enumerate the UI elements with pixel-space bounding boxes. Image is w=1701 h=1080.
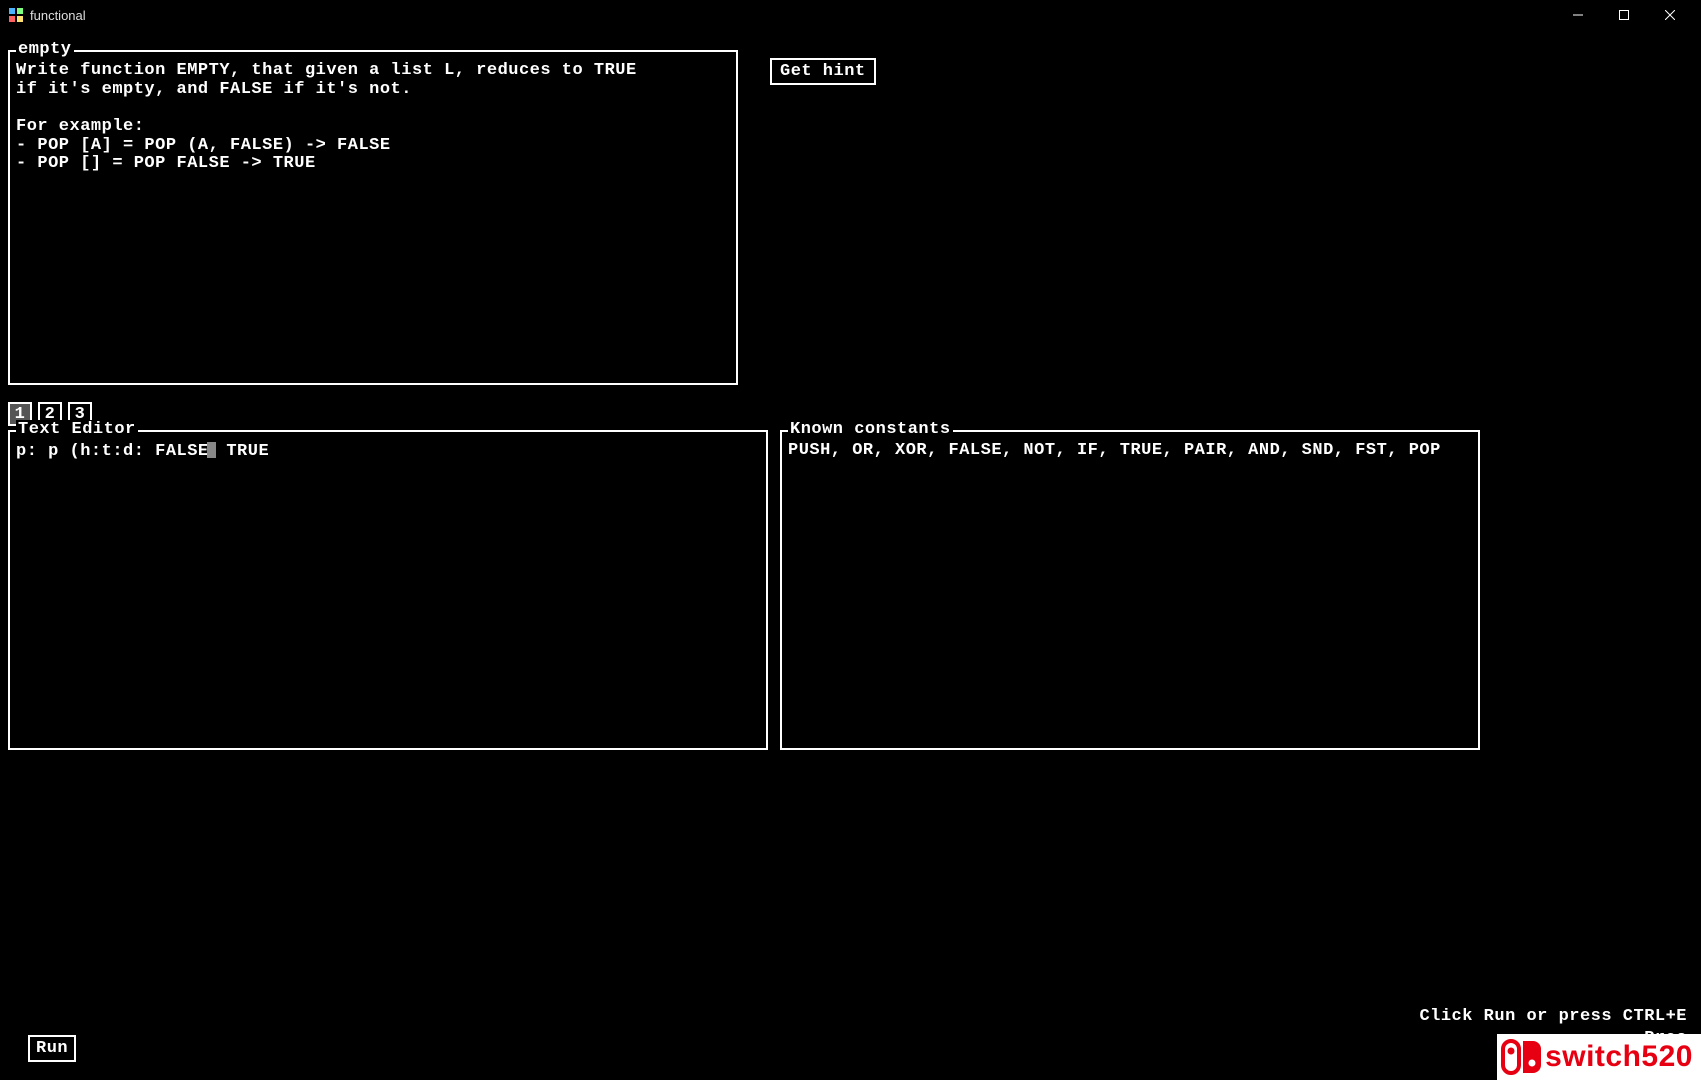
maximize-button[interactable] (1601, 0, 1647, 30)
description-panel: empty Write function EMPTY, that given a… (8, 50, 738, 385)
window-controls (1555, 0, 1693, 30)
watermark: switch520 (1497, 1034, 1701, 1080)
description-title: empty (16, 40, 74, 59)
window-title: functional (30, 8, 86, 23)
editor-content[interactable]: p: p (h:t:d: FALSE TRUE (16, 442, 760, 462)
watermark-text: switch520 (1545, 1040, 1693, 1074)
get-hint-button[interactable]: Get hint (770, 58, 876, 85)
close-button[interactable] (1647, 0, 1693, 30)
switch-icon (1501, 1037, 1541, 1077)
known-constants-text: PUSH, OR, XOR, FALSE, NOT, IF, TRUE, PAI… (788, 442, 1472, 461)
editor-text-before: p: p (h:t:d: FALSE (16, 442, 209, 461)
editor-text-after: TRUE (216, 442, 270, 461)
app-icon (8, 7, 24, 23)
text-editor-panel[interactable]: Text Editor p: p (h:t:d: FALSE TRUE (8, 430, 768, 750)
description-text: Write function EMPTY, that given a list … (16, 62, 730, 174)
known-constants-panel: Known constants PUSH, OR, XOR, FALSE, NO… (780, 430, 1480, 750)
window-titlebar: functional (0, 0, 1701, 30)
run-button[interactable]: Run (28, 1035, 76, 1062)
game-area: empty Write function EMPTY, that given a… (0, 30, 1701, 1080)
text-editor-title: Text Editor (16, 420, 138, 439)
minimize-button[interactable] (1555, 0, 1601, 30)
known-constants-title: Known constants (788, 420, 953, 439)
text-cursor (207, 442, 216, 458)
